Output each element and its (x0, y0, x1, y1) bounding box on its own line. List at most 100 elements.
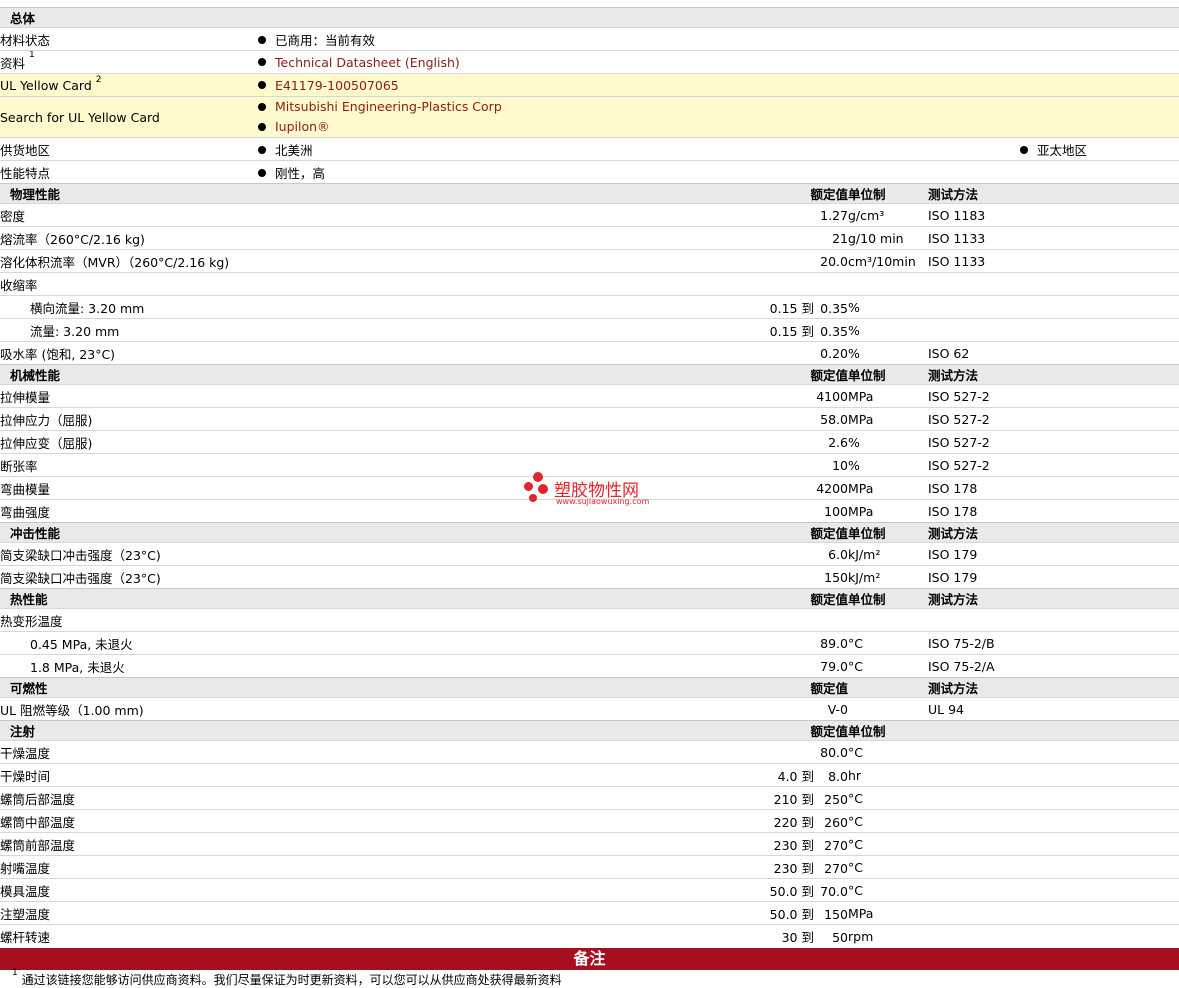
material-status-value: 已商用：当前有效 (258, 27, 1179, 51)
property-unit: g/10 min (848, 226, 928, 250)
col-header-value: 额定值 (758, 183, 848, 204)
property-row: 0.45 MPa, 未退火 89.0 °C ISO 75-2/B (0, 631, 1179, 655)
property-value: V-0 (758, 697, 848, 721)
property-row: 溶化体积流率（MVR）（260°C/2.16 kg) 20.0 cm³/10min I… (0, 249, 1179, 273)
property-row: 干燥温度 80.0 °C (0, 740, 1179, 764)
col-header-unit: 单位制 (848, 183, 928, 204)
ul-yellow-card-link-text[interactable]: E41179-100507065 (275, 78, 399, 93)
property-method: ISO 1133 (928, 249, 1179, 273)
bullet-icon (258, 58, 266, 66)
col-header-value: 额定值 (758, 588, 848, 609)
property-value: 80.0 (758, 740, 848, 764)
property-method (928, 295, 1179, 319)
section-title: 冲击性能 (0, 522, 758, 543)
property-label: 熔流率（260°C/2.16 kg) (0, 226, 758, 250)
property-row: UL 阻燃等级（1.00 mm) V-0 UL 94 (0, 697, 1179, 721)
property-row: 模具温度 50.0 到 70.0 °C (0, 878, 1179, 902)
property-row: 热变形温度 (0, 608, 1179, 632)
range-max: 0.35 (820, 323, 848, 339)
supply-region-row: 供货地区 北美洲 欧洲 亚太地区 (0, 137, 1179, 161)
property-label: UL 阻燃等级（1.00 mm) (0, 697, 758, 721)
section-header-row: 物理性能 额定值 单位制 测试方法 (0, 183, 1179, 204)
bullet-icon (1020, 146, 1028, 154)
property-unit: °C (848, 832, 928, 856)
property-unit: % (848, 295, 928, 319)
watermark-dots-icon (524, 472, 552, 502)
footnote-marker: 2 (95, 74, 102, 85)
property-label: 溶化体积流率（MVR）（260°C/2.16 kg) (0, 249, 758, 273)
property-value: 79.0 (758, 654, 848, 678)
feature-value: 刚性，高 (258, 160, 1179, 184)
property-value: 10 (758, 453, 848, 477)
property-method: ISO 75-2/A (928, 654, 1179, 678)
ul-yellow-card-link[interactable]: E41179-100507065 (258, 78, 399, 93)
property-unit: °C (848, 878, 928, 902)
notes-header: 备注 (0, 948, 1179, 970)
property-method: ISO 527-2 (928, 430, 1179, 454)
brand-link[interactable]: Iupilon® (258, 119, 330, 134)
material-status-row-label: 材料状态 (0, 27, 258, 51)
property-value: 4200 (758, 476, 848, 500)
property-label: 横向流量: 3.20 mm (0, 295, 758, 319)
range-to: 到 (801, 906, 815, 922)
range-min: 230 (773, 837, 798, 853)
range-to: 到 (801, 814, 815, 830)
col-header-value: 额定值 (758, 364, 848, 385)
property-value: 50.0 到 70.0 (758, 878, 848, 902)
property-row: 简支梁缺口冲击强度（23°C) 150 kJ/m² ISO 179 (0, 565, 1179, 589)
property-row: 拉伸应变（屈服) 2.6% ISO 527-2 (0, 430, 1179, 454)
feature-text: 刚性，高 (275, 165, 326, 181)
search-ul-row: Search for UL Yellow Card Mitsubishi Engi… (0, 96, 1179, 138)
property-row: 螺筒前部温度 230 到 270 °C (0, 832, 1179, 856)
col-header-unit: 单位制 (848, 364, 928, 385)
region-2: 欧洲 (758, 137, 848, 161)
property-value: 230 到 270 (758, 832, 848, 856)
property-method (928, 901, 1179, 925)
section-title: 注射 (0, 720, 758, 741)
property-value (758, 608, 848, 632)
watermark-url: www.sujiaowuxing.com (556, 497, 650, 506)
property-row: 拉伸模量 4100 MPa ISO 527-2 (0, 384, 1179, 408)
range-to: 到 (801, 323, 815, 339)
brand-link-text[interactable]: Iupilon® (275, 119, 330, 134)
property-value: 100 (758, 499, 848, 523)
supplier-link-text[interactable]: Mitsubishi Engineering-Plastics Corp (275, 99, 502, 114)
property-label: 简支梁缺口冲击强度（23°C) (0, 565, 758, 589)
docs-value: Technical Datasheet (English) (258, 50, 1179, 74)
range-min: 210 (773, 791, 798, 807)
property-value: 20.0 (758, 249, 848, 273)
property-label: 干燥时间 (0, 763, 758, 787)
property-row: 流量: 3.20 mm 0.15 到 0.35% (0, 318, 1179, 342)
property-unit: kJ/m² (848, 542, 928, 566)
property-unit: MPa (848, 901, 928, 925)
property-unit (848, 272, 928, 296)
region-north-america: 北美洲 (258, 143, 313, 158)
region-asia-pacific: 亚太地区 (1020, 143, 1087, 158)
col-header-value: 额定值 (758, 720, 848, 741)
property-label: 拉伸模量 (0, 384, 758, 408)
property-method (928, 832, 1179, 856)
material-status-text: 已商用：当前有效 (275, 32, 376, 48)
footnote-marker: 1 (29, 50, 35, 60)
section-title: 机械性能 (0, 364, 758, 385)
supplier-link[interactable]: Mitsubishi Engineering-Plastics Corp (258, 99, 502, 114)
bullet-icon (258, 169, 266, 177)
property-value (758, 272, 848, 296)
section-title: 热性能 (0, 588, 758, 609)
technical-datasheet-link[interactable]: Technical Datasheet (English) (258, 55, 460, 70)
supply-region-row-label-text: 供货地区 (0, 142, 51, 158)
property-label: 吸水率 (饱和, 23°C) (0, 341, 758, 365)
range-max: 50 (832, 929, 848, 945)
technical-datasheet-link-text[interactable]: Technical Datasheet (English) (275, 55, 460, 70)
property-value: 210 到 250 (758, 786, 848, 810)
property-value: 230 到 270 (758, 855, 848, 879)
material-status-row-label-text: 材料状态 (0, 32, 51, 48)
property-row: 收缩率 (0, 272, 1179, 296)
property-unit (848, 697, 928, 721)
property-unit: hr (848, 763, 928, 787)
region-1: 北美洲 (258, 137, 758, 161)
range-max: 270 (824, 837, 848, 853)
property-value: 4100 (758, 384, 848, 408)
range-min: 230 (773, 860, 798, 876)
property-row: 吸水率 (饱和, 23°C) 0.20% ISO 62 (0, 341, 1179, 365)
